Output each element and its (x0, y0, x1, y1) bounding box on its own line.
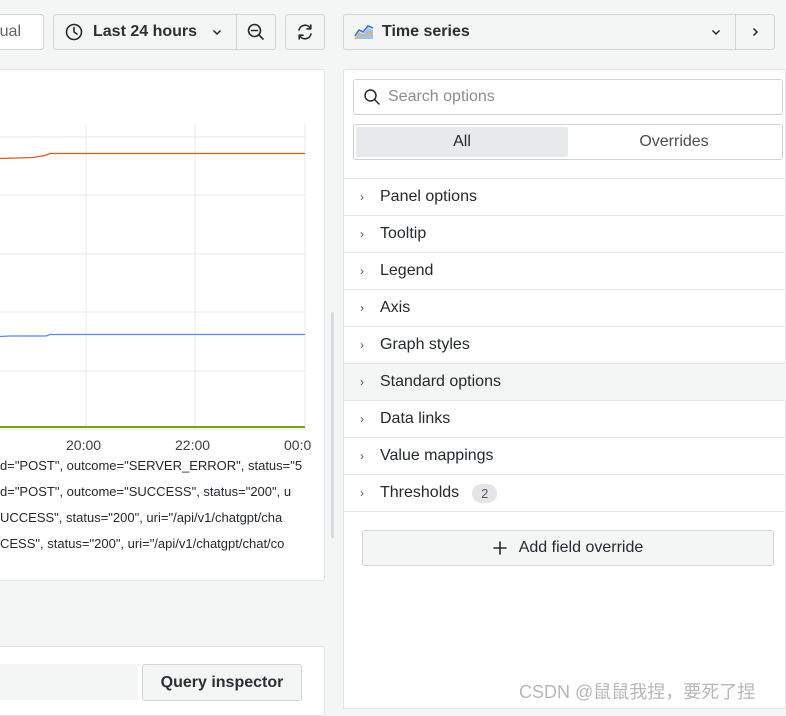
clock-icon (65, 23, 83, 41)
chevron-right-icon: › (360, 227, 364, 241)
section-tooltip[interactable]: › Tooltip (344, 215, 786, 252)
tab-overrides-label: Overrides (639, 133, 709, 150)
section-label: Legend (380, 262, 434, 279)
visualization-picker[interactable]: Time series (343, 14, 736, 50)
time-series-viz-icon (354, 25, 374, 40)
chevron-right-icon: › (360, 412, 364, 426)
section-thresholds[interactable]: › Thresholds 2 (344, 474, 786, 512)
watermark: CSDN @鼠鼠我捏，要死了捏 (519, 682, 756, 702)
section-label: Value mappings (380, 447, 494, 464)
legend-item[interactable]: d="POST", outcome="SUCCESS", status="200… (0, 484, 291, 499)
section-label: Thresholds (380, 484, 460, 501)
query-inspector-label: Query inspector (160, 673, 284, 691)
section-graph-styles[interactable]: › Graph styles (344, 326, 786, 363)
section-label: Axis (380, 299, 411, 316)
time-series-chart (0, 124, 306, 430)
tab-overrides[interactable]: Overrides (568, 127, 780, 157)
chevron-right-icon: › (360, 264, 364, 278)
chevron-right-icon: › (360, 375, 364, 389)
legend: d="POST", outcome="SERVER_ERROR", status… (0, 450, 316, 560)
collapse-options-button[interactable] (735, 14, 775, 50)
chevron-right-icon: › (360, 486, 364, 500)
section-label: Panel options (380, 188, 477, 205)
thresholds-count-badge: 2 (472, 483, 498, 503)
search-icon (364, 89, 380, 105)
options-tab-group: All Overrides (353, 124, 783, 160)
chevron-down-icon (213, 29, 222, 36)
section-label: Tooltip (380, 225, 427, 242)
section-axis[interactable]: › Axis (344, 289, 786, 326)
time-range-label: Last 24 hours (93, 23, 198, 40)
chevron-right-icon (752, 27, 759, 37)
refresh-icon (298, 24, 312, 40)
section-data-links[interactable]: › Data links (344, 400, 786, 437)
legend-item[interactable]: UCCESS", status="200", uri="/api/v1/chat… (0, 510, 282, 525)
section-standard-options[interactable]: › Standard options (344, 363, 786, 400)
visualization-label: Time series (382, 23, 470, 40)
series-line-server-error (0, 152, 305, 160)
chevron-right-icon: › (360, 449, 364, 463)
chevron-right-icon: › (360, 190, 364, 204)
gridlines (0, 124, 306, 430)
section-label: Data links (380, 410, 451, 427)
refresh-mode-input[interactable]: ual (0, 14, 44, 50)
zoom-out-button[interactable] (236, 14, 276, 50)
query-inspector-button[interactable]: Query inspector (142, 664, 302, 701)
section-panel-options[interactable]: › Panel options (344, 178, 786, 215)
time-range-picker[interactable]: Last 24 hours (53, 14, 237, 50)
pane-splitter[interactable] (331, 312, 334, 538)
search-options-input[interactable]: Search options (353, 79, 783, 115)
series-line-success (0, 333, 305, 338)
section-legend[interactable]: › Legend (344, 252, 786, 289)
chevron-right-icon: › (360, 338, 364, 352)
section-label: Graph styles (380, 336, 470, 353)
plus-icon (492, 541, 507, 555)
legend-item[interactable]: CESS", status="200", uri="/api/v1/chatgp… (0, 536, 284, 551)
add-field-override-label: Add field override (518, 539, 644, 556)
zoom-out-icon (247, 23, 264, 40)
section-value-mappings[interactable]: › Value mappings (344, 437, 786, 474)
tab-all[interactable]: All (356, 127, 568, 157)
add-field-override-button[interactable]: Add field override (362, 530, 774, 566)
chevron-down-icon (711, 29, 721, 36)
tab-all-label: All (453, 133, 471, 150)
chevron-right-icon: › (360, 301, 364, 315)
search-placeholder: Search options (388, 88, 495, 105)
section-label: Standard options (380, 373, 501, 390)
refresh-button[interactable] (285, 14, 325, 50)
query-tab-strip (0, 664, 138, 700)
legend-item[interactable]: d="POST", outcome="SERVER_ERROR", status… (0, 458, 302, 473)
refresh-mode-text: ual (0, 23, 21, 40)
